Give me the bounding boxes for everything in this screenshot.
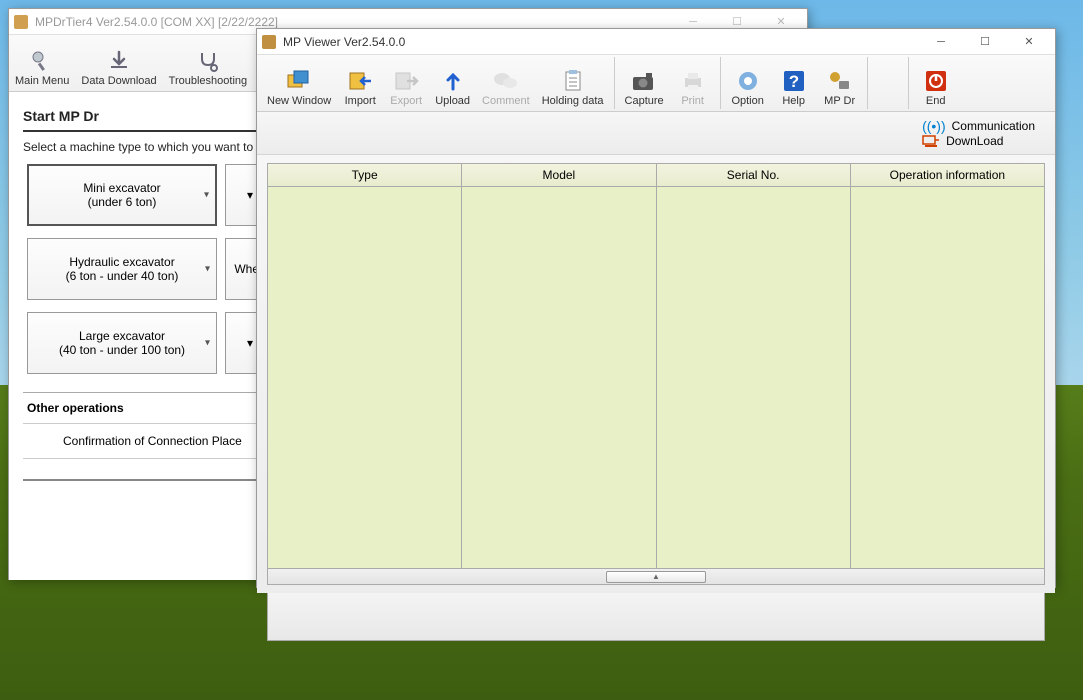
expander-handle[interactable]: ▲ bbox=[606, 571, 706, 583]
chevron-down-icon: ▾ bbox=[205, 338, 210, 349]
main-menu-button[interactable]: Main Menu bbox=[9, 37, 75, 89]
data-download-button[interactable]: Data Download bbox=[75, 37, 162, 89]
holding-data-button[interactable]: Holding data bbox=[536, 57, 610, 109]
capture-button[interactable]: Capture bbox=[619, 57, 670, 109]
close-button[interactable]: ✕ bbox=[1007, 29, 1051, 55]
main-menu-icon bbox=[30, 47, 54, 75]
app-icon bbox=[13, 14, 29, 30]
print-button[interactable]: Print bbox=[670, 57, 716, 109]
new-window-button[interactable]: New Window bbox=[261, 57, 337, 109]
machine-type-large[interactable]: Large excavator (40 ton - under 100 ton)… bbox=[27, 312, 217, 374]
stethoscope-icon bbox=[196, 47, 220, 75]
import-button[interactable]: Import bbox=[337, 57, 383, 109]
export-icon bbox=[393, 67, 419, 95]
option-button[interactable]: Option bbox=[725, 57, 771, 109]
chevron-down-icon: ▾ bbox=[247, 188, 253, 202]
mpdr-button[interactable]: MP Dr bbox=[817, 57, 863, 109]
upload-button[interactable]: Upload bbox=[429, 57, 476, 109]
download-icon bbox=[107, 47, 131, 75]
chevron-down-icon: ▾ bbox=[205, 264, 210, 275]
app-icon bbox=[261, 34, 277, 50]
status-row: ((•)) Communication DownLoad bbox=[257, 112, 1055, 155]
antenna-icon: ((•)) bbox=[922, 118, 946, 134]
table-body[interactable] bbox=[267, 187, 1045, 569]
download-status: DownLoad bbox=[922, 134, 1035, 148]
window-title: MP Viewer Ver2.54.0.0 bbox=[283, 35, 919, 49]
camera-icon bbox=[631, 67, 657, 95]
th-model[interactable]: Model bbox=[462, 164, 656, 186]
details-pane bbox=[267, 593, 1045, 641]
toolbar: New Window Import Export Upload Comment … bbox=[257, 55, 1055, 112]
power-icon bbox=[924, 67, 948, 95]
print-icon bbox=[681, 67, 705, 95]
expander-bar[interactable]: ▲ bbox=[267, 569, 1045, 585]
import-icon bbox=[347, 67, 373, 95]
mpviewer-window: MP Viewer Ver2.54.0.0 ─ ☐ ✕ New Window I… bbox=[256, 28, 1056, 588]
table-header: Type Model Serial No. Operation informat… bbox=[267, 163, 1045, 187]
th-serial[interactable]: Serial No. bbox=[657, 164, 851, 186]
communication-status: ((•)) Communication bbox=[922, 118, 1035, 134]
titlebar[interactable]: MP Viewer Ver2.54.0.0 ─ ☐ ✕ bbox=[257, 29, 1055, 55]
chevron-down-icon: ▾ bbox=[247, 336, 253, 350]
upload-icon bbox=[441, 67, 465, 95]
holding-icon bbox=[561, 67, 585, 95]
download-status-icon bbox=[922, 134, 940, 148]
data-table: Type Model Serial No. Operation informat… bbox=[257, 155, 1055, 593]
export-button[interactable]: Export bbox=[383, 57, 429, 109]
minimize-button[interactable]: ─ bbox=[919, 29, 963, 55]
machine-type-hydraulic[interactable]: Hydraulic excavator (6 ton - under 40 to… bbox=[27, 238, 217, 300]
comment-button[interactable]: Comment bbox=[476, 57, 536, 109]
help-icon: ? bbox=[782, 67, 806, 95]
window-title: MPDrTier4 Ver2.54.0.0 [COM XX] [2/22/222… bbox=[35, 15, 671, 29]
mpdr-icon bbox=[827, 67, 853, 95]
help-button[interactable]: ?Help bbox=[771, 57, 817, 109]
end-button[interactable]: End bbox=[913, 57, 959, 109]
svg-text:?: ? bbox=[788, 72, 798, 91]
th-type[interactable]: Type bbox=[268, 164, 462, 186]
chevron-down-icon: ▾ bbox=[204, 190, 209, 201]
th-operation[interactable]: Operation information bbox=[851, 164, 1044, 186]
maximize-button[interactable]: ☐ bbox=[963, 29, 1007, 55]
troubleshooting-button[interactable]: Troubleshooting bbox=[163, 37, 253, 89]
machine-type-mini[interactable]: Mini excavator (under 6 ton) ▾ bbox=[27, 164, 217, 226]
comment-icon bbox=[493, 67, 519, 95]
new-window-icon bbox=[286, 67, 312, 95]
option-icon bbox=[736, 67, 760, 95]
